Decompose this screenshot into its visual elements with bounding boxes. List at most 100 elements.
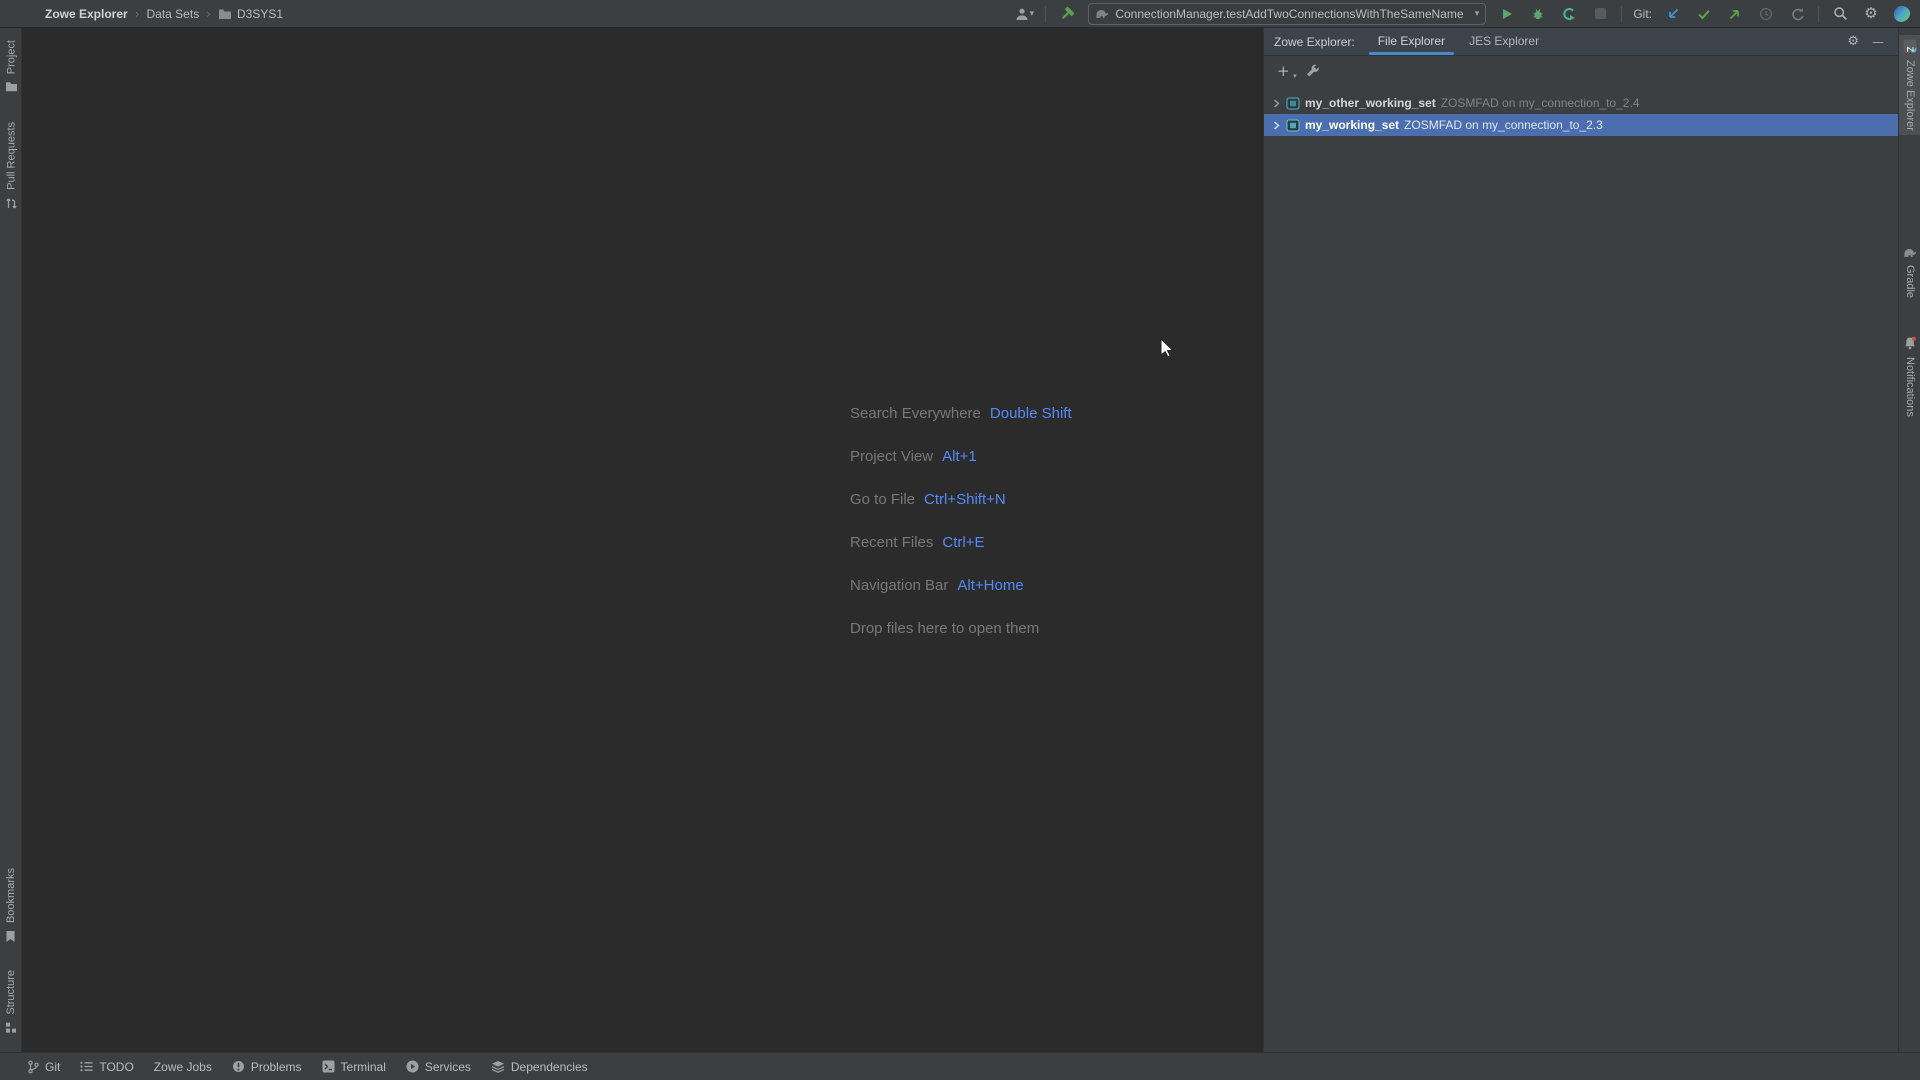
stripe-button-bookmarks[interactable]: Bookmarks	[0, 864, 22, 947]
run-button[interactable]	[1497, 4, 1517, 24]
breadcrumb-separator: ›	[134, 6, 140, 21]
chevron-right-icon[interactable]	[1272, 120, 1281, 130]
settings-gear-button[interactable]: ⚙	[1861, 4, 1881, 24]
stripe-button-notifications[interactable]: Notifications	[1899, 332, 1920, 421]
run-with-coverage-button[interactable]	[1559, 4, 1579, 24]
toolbar-actions: ▾ ConnectionManager.testAddTwoConnection…	[1014, 2, 1920, 25]
debug-button[interactable]	[1528, 4, 1548, 24]
shortcut-hint-row: Drop files here to open them	[850, 620, 1040, 637]
toolbar-separator	[1621, 5, 1623, 22]
shortcut-hint-row: Recent Files Ctrl+E	[850, 534, 985, 551]
tab-file-explorer[interactable]: File Explorer	[1368, 28, 1455, 56]
todo-list-icon	[80, 1061, 93, 1072]
minimize-icon[interactable]: —	[1872, 35, 1884, 49]
main-toolbar: Zowe Explorer › Data Sets › D3SYS1 ▾ Con…	[0, 0, 1920, 28]
stripe-button-project[interactable]: Project	[0, 36, 22, 96]
status-bar: Git TODO Zowe Jobs Problems Terminal Ser…	[0, 1052, 1920, 1080]
svg-text:Z: Z	[1905, 47, 1915, 53]
chevron-right-icon[interactable]	[1272, 98, 1281, 108]
working-set-icon	[1286, 119, 1300, 132]
navigation-breadcrumb: Zowe Explorer › Data Sets › D3SYS1	[45, 7, 283, 21]
tool-window-toolbar: + ▾	[1264, 56, 1898, 86]
tool-window-header-actions: ⚙ —	[1847, 35, 1898, 49]
git-update-button[interactable]	[1663, 4, 1683, 24]
stripe-button-pull-requests[interactable]: Pull Requests	[0, 118, 22, 214]
caret-down-icon: ▾	[1029, 8, 1035, 19]
folder-icon	[5, 81, 18, 92]
tool-window-title: Zowe Explorer:	[1274, 34, 1355, 49]
terminal-icon	[322, 1060, 335, 1073]
statusbar-item-zowe-jobs[interactable]: Zowe Jobs	[154, 1060, 212, 1074]
stripe-label: Notifications	[1904, 357, 1916, 417]
zowe-tool-window: Zowe Explorer: File Explorer JES Explore…	[1263, 28, 1898, 1052]
breadcrumb-item-zowe-explorer[interactable]: Zowe Explorer	[45, 7, 128, 21]
build-hammer-button[interactable]	[1057, 4, 1077, 24]
stripe-label: Gradle	[1904, 265, 1916, 299]
statusbar-item-problems[interactable]: Problems	[232, 1060, 302, 1074]
git-commit-button[interactable]	[1694, 4, 1714, 24]
folder-icon	[218, 8, 232, 20]
stripe-button-zowe-explorer[interactable]: Z Zowe Explorer	[1899, 35, 1920, 135]
empty-editor-shortcut-hints: Search Everywhere Double Shift Project Vi…	[850, 392, 1072, 650]
code-with-me-users-button[interactable]: ▾	[1014, 4, 1034, 24]
run-configuration-select[interactable]: ConnectionManager.testAddTwoConnectionsW…	[1088, 2, 1487, 25]
statusbar-item-git[interactable]: Git	[27, 1060, 60, 1074]
profile-gem-button[interactable]	[1892, 4, 1912, 24]
shortcut-hint-row: Go to File Ctrl+Shift+N	[850, 491, 1006, 508]
tool-window-header: Zowe Explorer: File Explorer JES Explore…	[1264, 28, 1898, 56]
run-configuration-name: ConnectionManager.testAddTwoConnectionsW…	[1115, 6, 1464, 21]
caret-down-icon: ▾	[1293, 71, 1297, 80]
left-tool-stripe: Project Pull Requests Bookmarks Structur…	[0, 28, 22, 1052]
stripe-label: Pull Requests	[5, 122, 17, 190]
zowe-icon: Z	[1903, 39, 1917, 53]
right-tool-stripe: Z Zowe Explorer Gradle Notifications	[1898, 28, 1920, 1052]
toolbar-separator	[1045, 5, 1047, 22]
history-clock-button	[1756, 4, 1776, 24]
gradle-elephant-icon	[1903, 247, 1917, 258]
breadcrumb-item-data-sets[interactable]: Data Sets	[147, 7, 200, 21]
gradle-icon	[1095, 8, 1109, 19]
stripe-button-gradle[interactable]: Gradle	[1899, 243, 1920, 302]
shortcut-hint-row: Search Everywhere Double Shift	[850, 405, 1072, 422]
tab-jes-explorer[interactable]: JES Explorer	[1462, 28, 1546, 56]
rollback-button	[1787, 4, 1807, 24]
structure-icon	[5, 1022, 17, 1034]
toolbar-separator	[1818, 5, 1819, 22]
pull-request-icon	[5, 197, 18, 210]
git-push-button[interactable]	[1725, 4, 1745, 24]
plus-icon: +	[1277, 61, 1290, 80]
tree-row-working-set[interactable]: my_working_set ZOSMFAD on my_connection_…	[1264, 114, 1898, 136]
mouse-cursor	[1160, 337, 1178, 362]
bookmark-icon	[6, 930, 17, 943]
caret-down-icon: ▾	[1474, 8, 1480, 19]
git-label: Git:	[1633, 6, 1652, 21]
stop-button	[1590, 4, 1610, 24]
breadcrumb-separator: ›	[206, 6, 212, 21]
gem-icon	[1892, 4, 1912, 23]
git-branch-icon	[27, 1060, 39, 1074]
ide-window: { "topbar": { "breadcrumb": ["Zowe Explo…	[0, 0, 1920, 1080]
problems-icon	[232, 1060, 245, 1073]
editor-area: Search Everywhere Double Shift Project Vi…	[22, 28, 1263, 1052]
settings-wrench-button[interactable]	[1305, 64, 1320, 79]
stripe-button-structure[interactable]: Structure	[0, 966, 22, 1038]
stripe-label: Structure	[5, 970, 17, 1015]
dependencies-layers-icon	[491, 1060, 505, 1073]
stripe-label: Project	[5, 40, 17, 75]
add-button[interactable]: + ▾	[1277, 61, 1297, 80]
stop-icon	[1594, 8, 1606, 19]
statusbar-item-todo[interactable]: TODO	[80, 1060, 134, 1074]
search-everywhere-button[interactable]	[1830, 4, 1850, 24]
stripe-label: Zowe Explorer	[1904, 60, 1916, 131]
stripe-label: Bookmarks	[5, 868, 17, 924]
statusbar-item-terminal[interactable]: Terminal	[322, 1060, 386, 1074]
breadcrumb-item-d3sys1[interactable]: D3SYS1	[218, 7, 283, 21]
working-set-icon	[1286, 97, 1300, 110]
statusbar-item-dependencies[interactable]: Dependencies	[491, 1060, 588, 1074]
services-icon	[406, 1060, 419, 1073]
tool-window-gear-icon[interactable]: ⚙	[1847, 35, 1859, 48]
working-set-tree: my_other_working_set ZOSMFAD on my_conne…	[1264, 86, 1898, 136]
shortcut-hint-row: Navigation Bar Alt+Home	[850, 577, 1024, 594]
statusbar-item-services[interactable]: Services	[406, 1060, 471, 1074]
tree-row-other-working-set[interactable]: my_other_working_set ZOSMFAD on my_conne…	[1264, 92, 1898, 114]
